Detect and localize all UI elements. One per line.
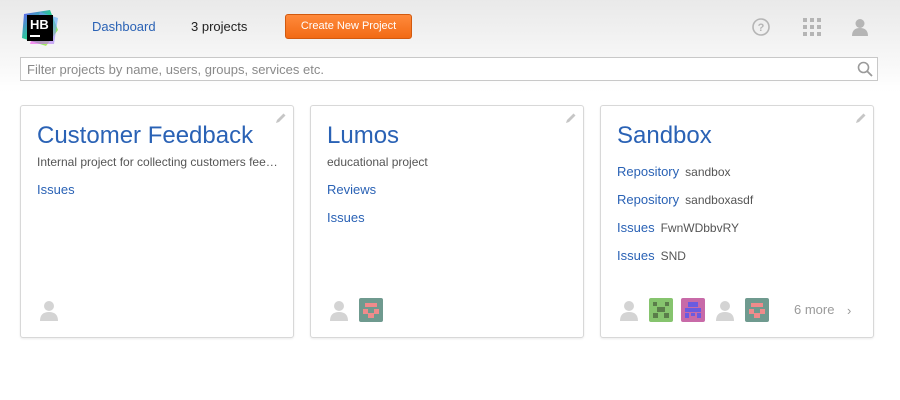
service-link-issues[interactable]: Issues <box>37 182 75 197</box>
hub-logo[interactable]: HB <box>20 8 60 48</box>
project-title[interactable]: Sandbox <box>617 122 712 150</box>
service-value: sandbox <box>685 165 731 179</box>
user-avatar-icon[interactable] <box>617 298 641 322</box>
project-count: 3 projects <box>191 19 248 34</box>
edit-pencil-icon[interactable] <box>565 112 577 124</box>
service-label[interactable]: Repository <box>617 192 679 207</box>
service-row[interactable]: Issues FwnWDbbvRY <box>617 220 739 235</box>
logo-mark: HB <box>27 15 53 41</box>
user-avatar-icon[interactable] <box>37 298 61 322</box>
service-link-issues[interactable]: Issues <box>327 210 365 225</box>
apps-grid-icon[interactable] <box>802 17 822 37</box>
project-card-sandbox: Sandbox Repository sandbox Repository sand… <box>600 105 874 338</box>
user-avatar-icon[interactable] <box>713 298 737 322</box>
project-description: Internal project for collecting customer… <box>37 155 279 169</box>
search-input[interactable] <box>21 58 853 80</box>
identicon-avatar-icon[interactable] <box>649 298 673 322</box>
chevron-right-icon[interactable]: › <box>847 303 851 318</box>
project-title[interactable]: Lumos <box>327 122 399 150</box>
service-value: sandboxasdf <box>685 193 754 207</box>
identicon-avatar-icon[interactable] <box>359 298 383 322</box>
create-new-project-button[interactable]: Create New Project <box>285 14 412 39</box>
svg-text:?: ? <box>758 22 765 34</box>
edit-pencil-icon[interactable] <box>275 112 287 124</box>
project-card-lumos: Lumos educational project Reviews Issues <box>310 105 584 338</box>
more-members-link[interactable]: 6 more <box>794 302 834 317</box>
service-value: FwnWDbbvRY <box>660 221 740 235</box>
service-row[interactable]: Issues SND <box>617 248 686 263</box>
service-label[interactable]: Issues <box>617 220 655 235</box>
service-value: SND <box>660 249 686 263</box>
project-card-customer-feedback: Customer Feedback Internal project for c… <box>20 105 294 338</box>
help-circle-icon[interactable]: ? <box>751 17 771 37</box>
user-avatar-icon[interactable] <box>327 298 351 322</box>
service-row[interactable]: Repository sandbox <box>617 164 731 179</box>
project-description: educational project <box>327 155 428 169</box>
project-title[interactable]: Customer Feedback <box>37 122 253 150</box>
identicon-avatar-icon[interactable] <box>681 298 705 322</box>
service-label[interactable]: Issues <box>617 248 655 263</box>
project-filter <box>20 57 878 81</box>
identicon-avatar-icon[interactable] <box>745 298 769 322</box>
user-avatar-icon[interactable] <box>850 17 870 37</box>
service-label[interactable]: Repository <box>617 164 679 179</box>
logo-text: HB <box>30 17 49 32</box>
dashboard-link[interactable]: Dashboard <box>92 19 156 34</box>
edit-pencil-icon[interactable] <box>855 112 867 124</box>
service-row[interactable]: Repository sandboxasdf <box>617 192 753 207</box>
service-link-reviews[interactable]: Reviews <box>327 182 376 197</box>
search-icon[interactable] <box>857 61 873 77</box>
